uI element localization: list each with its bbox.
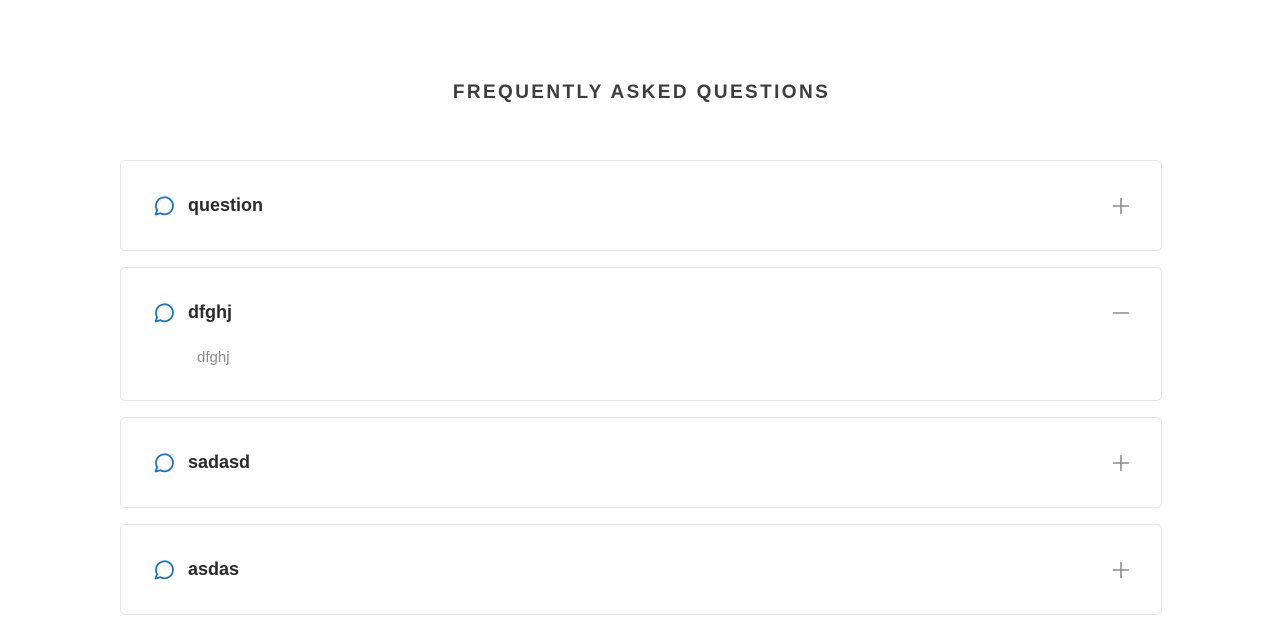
chat-bubble-icon	[152, 558, 176, 582]
plus-icon[interactable]	[1111, 560, 1131, 580]
faq-item-header[interactable]: question	[121, 161, 1161, 250]
faq-item[interactable]: sadasd	[120, 417, 1162, 508]
chat-bubble-icon	[152, 451, 176, 475]
faq-item[interactable]: asdas	[120, 524, 1162, 615]
plus-icon[interactable]	[1111, 453, 1131, 473]
faq-list: question dfghj dfghj sadasd asdas	[120, 160, 1162, 631]
minus-icon[interactable]	[1111, 303, 1131, 323]
faq-item-header[interactable]: dfghj	[121, 268, 1161, 357]
faq-item-header[interactable]: asdas	[121, 525, 1161, 614]
faq-question: question	[188, 195, 263, 215]
faq-question: sadasd	[188, 452, 251, 472]
page-title: FREQUENTLY ASKED QUESTIONS	[452, 82, 831, 103]
faq-question: asdas	[188, 559, 240, 579]
plus-icon[interactable]	[1111, 196, 1131, 216]
faq-item-header[interactable]: sadasd	[121, 418, 1161, 507]
chat-bubble-icon	[152, 194, 176, 218]
faq-question: dfghj	[188, 302, 232, 322]
faq-item[interactable]: question	[120, 160, 1162, 251]
faq-page: FREQUENTLY ASKED QUESTIONS question dfgh…	[0, 0, 1283, 641]
chat-bubble-icon	[152, 301, 176, 325]
faq-item[interactable]: dfghj dfghj	[120, 267, 1162, 401]
